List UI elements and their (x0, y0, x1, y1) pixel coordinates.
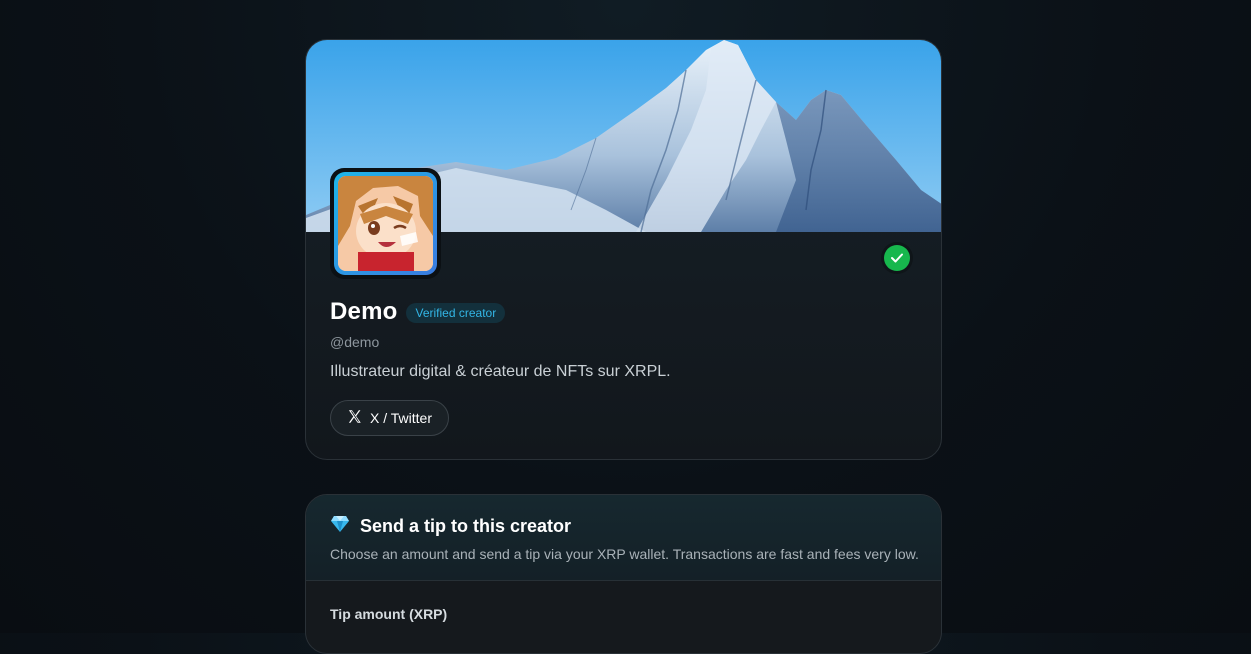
verified-creator-badge: Verified creator (406, 303, 506, 323)
gem-icon (330, 515, 350, 538)
social-link-label: X / Twitter (370, 410, 432, 426)
x-twitter-link-button[interactable]: X / Twitter (330, 400, 449, 436)
verified-check-icon (884, 245, 910, 271)
profile-card: Demo Verified creator @demo Illustrateur… (305, 39, 942, 460)
tip-amount-label: Tip amount (XRP) (330, 606, 448, 622)
avatar-image (338, 176, 433, 271)
x-logo-icon (347, 409, 362, 427)
tip-header: Send a tip to this creator Choose an amo… (306, 495, 941, 581)
avatar[interactable] (330, 168, 441, 279)
profile-bio: Illustrateur digital & créateur de NFTs … (330, 363, 671, 380)
tip-card: Send a tip to this creator Choose an amo… (305, 494, 942, 654)
tip-description: Choose an amount and send a tip via your… (330, 546, 919, 562)
name-row: Demo Verified creator (330, 298, 506, 326)
profile-handle: @demo (330, 334, 380, 350)
tip-title: Send a tip to this creator (360, 516, 572, 536)
profile-name: Demo (330, 298, 398, 325)
